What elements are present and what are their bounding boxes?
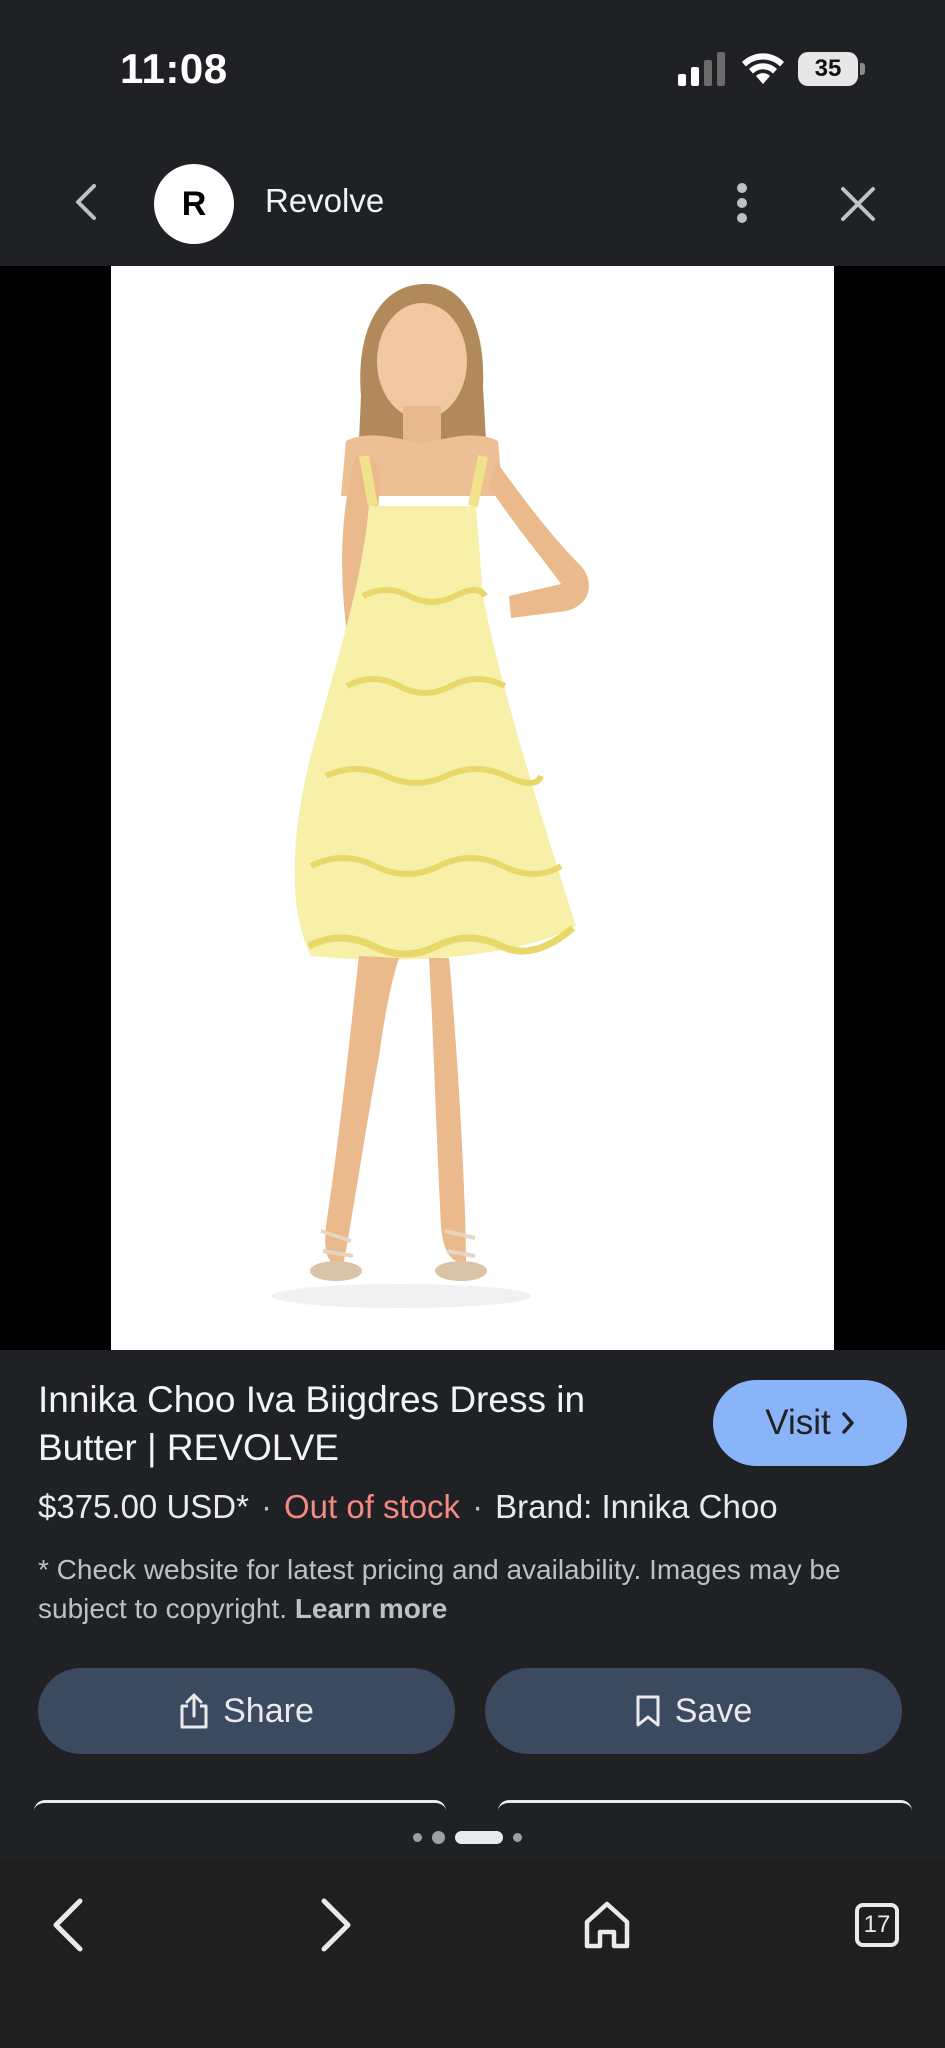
share-button[interactable]: Share	[38, 1668, 455, 1754]
site-avatar[interactable]: R	[154, 164, 234, 244]
product-brand: Brand: Innika Choo	[495, 1488, 778, 1525]
page-dot-active	[455, 1830, 503, 1844]
related-card-left[interactable]	[34, 1800, 446, 1811]
bookmark-icon	[636, 1695, 660, 1727]
visit-button[interactable]: Visit	[713, 1380, 907, 1466]
page-dot	[413, 1832, 422, 1842]
product-title[interactable]: Innika Choo Iva Biigdres Dress in Butter…	[38, 1376, 678, 1472]
page-dot	[432, 1830, 445, 1844]
more-options-button[interactable]	[720, 176, 764, 230]
nav-forward-icon	[321, 1898, 351, 1952]
separator: ·	[472, 1488, 484, 1525]
more-vert-icon	[737, 183, 747, 223]
separator: ·	[260, 1488, 272, 1525]
share-label: Share	[223, 1691, 314, 1730]
site-name[interactable]: Revolve	[265, 182, 384, 220]
back-icon	[76, 184, 96, 220]
back-button[interactable]	[64, 180, 108, 224]
battery-indicator: 35	[798, 52, 866, 86]
image-viewer	[0, 266, 945, 1350]
battery-cap	[860, 63, 865, 75]
page-dot	[513, 1832, 522, 1842]
tabs-button[interactable]: 17	[832, 1880, 922, 1970]
tabs-icon: 17	[855, 1903, 899, 1947]
nav-back-icon	[53, 1898, 83, 1952]
chevron-right-icon	[842, 1412, 854, 1434]
close-icon	[841, 187, 875, 221]
share-icon	[180, 1693, 208, 1729]
home-icon	[584, 1901, 630, 1949]
visit-button-label: Visit	[765, 1403, 831, 1442]
battery-level: 35	[798, 52, 858, 86]
viewer-header: R Revolve	[0, 140, 945, 266]
status-bar: 11:08 35	[0, 0, 945, 140]
stock-status: Out of stock	[283, 1488, 461, 1525]
home-button[interactable]	[562, 1880, 652, 1970]
page-indicator	[413, 1829, 522, 1845]
pricing-disclaimer: * Check website for latest pricing and a…	[38, 1550, 898, 1628]
product-price: $375.00 USD*	[38, 1488, 249, 1525]
learn-more-link[interactable]: Learn more	[295, 1593, 448, 1624]
wifi-icon	[742, 53, 784, 84]
save-button[interactable]: Save	[485, 1668, 902, 1754]
save-label: Save	[674, 1691, 753, 1730]
related-card-right[interactable]	[498, 1800, 912, 1811]
status-time: 11:08	[120, 45, 228, 92]
product-meta: $375.00 USD* · Out of stock · Brand: Innika …	[38, 1488, 778, 1526]
product-image[interactable]	[111, 266, 834, 1350]
browser-forward-button[interactable]	[292, 1880, 382, 1970]
browser-toolbar: 17	[0, 1860, 945, 2048]
model-in-dress-illustration	[271, 283, 589, 1308]
cellular-signal-icon	[678, 52, 725, 86]
browser-back-button[interactable]	[22, 1880, 112, 1970]
close-button[interactable]	[834, 180, 882, 228]
